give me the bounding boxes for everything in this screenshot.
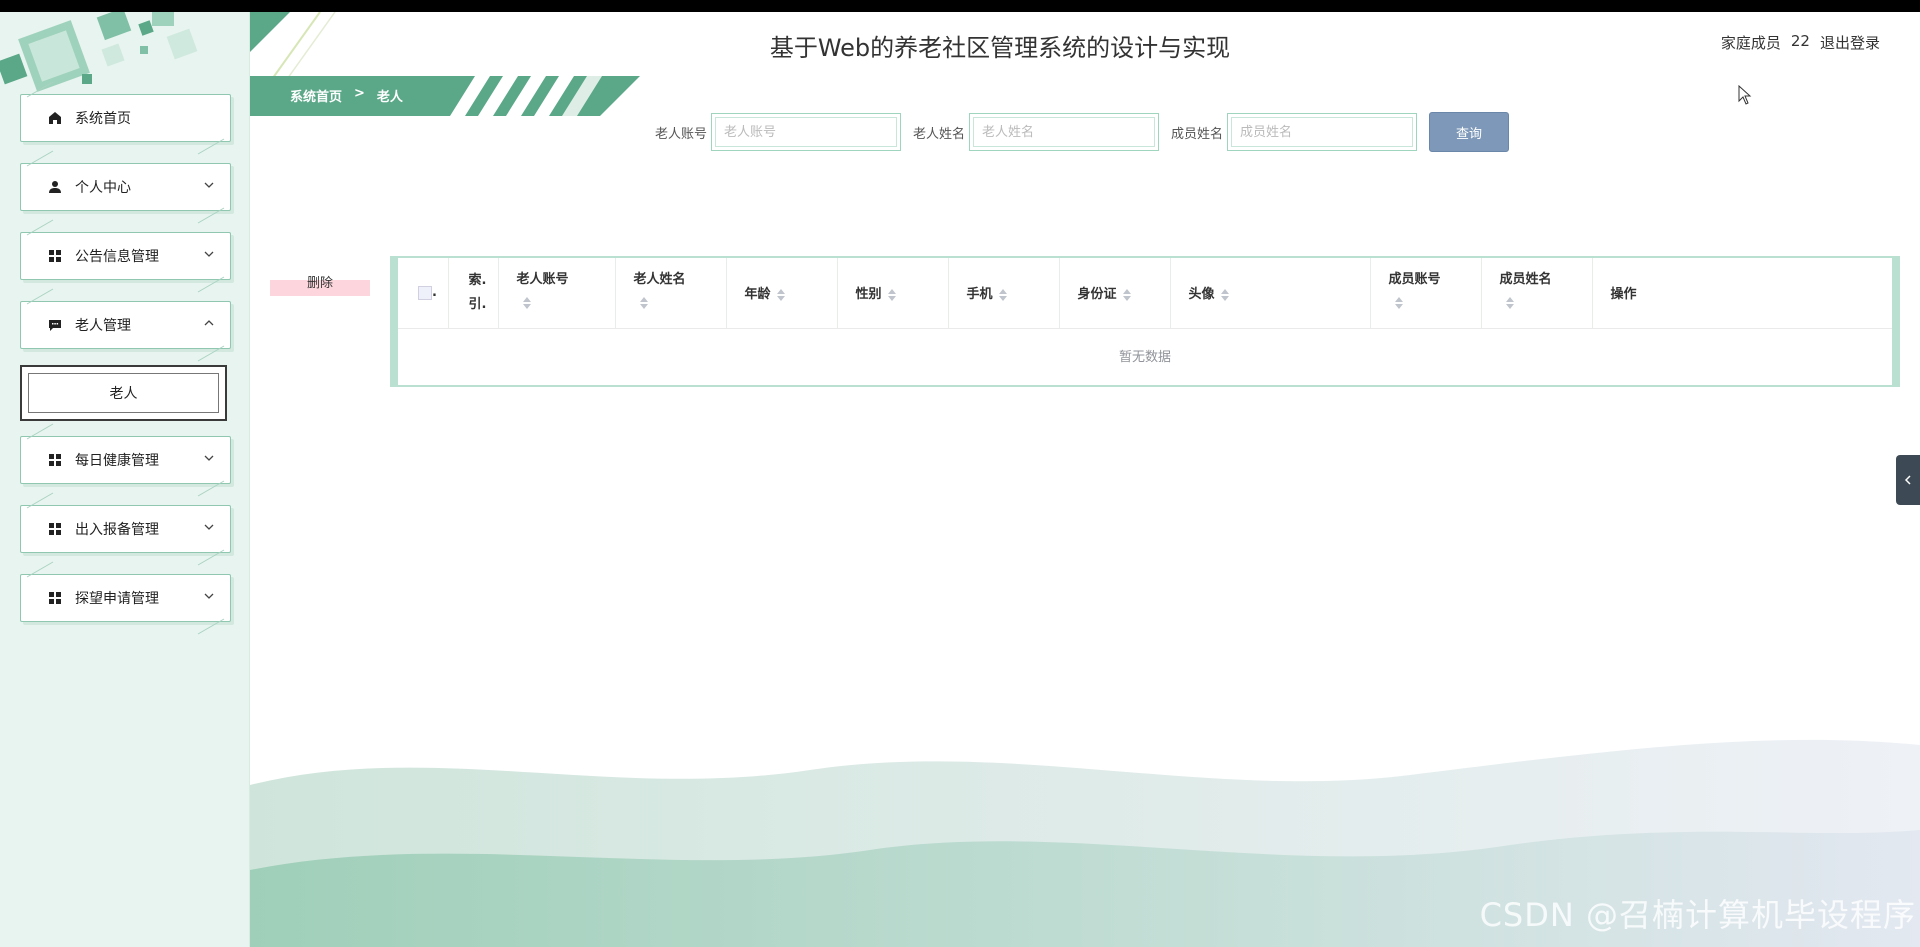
column-header-age[interactable]: 年龄 xyxy=(726,258,838,328)
sidebar-item-daily-health[interactable]: 每日健康管理 xyxy=(20,436,231,484)
column-header-phone[interactable]: 手机 xyxy=(948,258,1060,328)
header-decoration xyxy=(250,12,336,82)
chevron-down-icon xyxy=(204,251,214,257)
sidebar-item-label: 老人管理 xyxy=(75,318,131,334)
column-header-avatar[interactable]: 头像 xyxy=(1170,258,1371,328)
grid-icon xyxy=(47,248,63,264)
mouse-cursor-icon xyxy=(1738,85,1752,105)
select-all-checkbox[interactable] xyxy=(418,285,432,300)
sort-icon[interactable] xyxy=(998,288,1007,301)
sort-icon[interactable] xyxy=(1505,297,1514,309)
chevron-down-icon xyxy=(204,182,214,188)
sidebar-item-entry-exit[interactable]: 出入报备管理 xyxy=(20,505,231,553)
search-form: 老人账号 老人姓名 成员姓名 查询 xyxy=(655,112,1510,152)
index-header-line2: 引. xyxy=(468,296,487,312)
column-header-label: 身份证 xyxy=(1077,287,1117,303)
sidebar-item-visit-request[interactable]: 探望申请管理 xyxy=(20,574,231,622)
search-label-elderly-account: 老人账号 xyxy=(655,126,708,142)
search-field-wrapper xyxy=(969,113,1160,151)
sort-icon[interactable] xyxy=(1220,288,1229,301)
table-header-row: . 索. 引. 老人账号 老人姓名 年龄 性别 手机 身份证 头像 成员账号 成… xyxy=(398,258,1892,328)
window-top-bar xyxy=(0,0,1920,12)
grid-icon xyxy=(47,521,63,537)
chevron-left-icon xyxy=(1904,475,1911,485)
sidebar-item-label: 系统首页 xyxy=(75,111,131,127)
sort-icon[interactable] xyxy=(1394,297,1403,309)
sort-icon[interactable] xyxy=(522,297,531,309)
sidebar-item-label: 公告信息管理 xyxy=(75,249,159,265)
search-label-elderly-name: 老人姓名 xyxy=(913,126,966,142)
breadcrumb: 系统首页 > 老人 xyxy=(290,86,403,105)
sidebar-subitem-elderly[interactable]: 老人 xyxy=(20,365,227,421)
column-header-member-account[interactable]: 成员账号 xyxy=(1370,258,1482,328)
sidebar-item-announcement[interactable]: 公告信息管理 xyxy=(20,232,231,280)
home-icon xyxy=(47,110,63,126)
empty-row: 暂无数据 xyxy=(398,327,1892,383)
breadcrumb-separator: > xyxy=(354,86,365,101)
column-header-elderly-name[interactable]: 老人姓名 xyxy=(615,258,727,328)
column-header-member-name[interactable]: 成员姓名 xyxy=(1481,258,1593,328)
sort-icon[interactable] xyxy=(639,297,648,309)
search-label-member-name: 成员姓名 xyxy=(1171,126,1224,142)
sort-icon[interactable] xyxy=(1122,288,1131,301)
delete-label: 删除 xyxy=(306,275,333,291)
sidebar-item-label: 探望申请管理 xyxy=(75,591,159,607)
index-header-line1: 索. xyxy=(468,272,487,288)
breadcrumb-current: 老人 xyxy=(376,90,403,105)
grid-icon xyxy=(47,452,63,468)
chevron-down-icon xyxy=(204,524,214,530)
chat-icon xyxy=(47,317,63,333)
watermark: CSDN @召楠计算机毕设程序 xyxy=(1479,896,1916,934)
member-name-input[interactable] xyxy=(1231,117,1414,147)
chevron-down-icon xyxy=(204,593,214,599)
query-button[interactable]: 查询 xyxy=(1429,112,1510,152)
column-header-label: 性别 xyxy=(855,287,882,303)
sidebar-item-elderly-management[interactable]: 老人管理 xyxy=(20,301,231,349)
column-header-elderly-account[interactable]: 老人账号 xyxy=(498,258,616,328)
column-header-id-card[interactable]: 身份证 xyxy=(1059,258,1171,328)
column-header-label: 头像 xyxy=(1188,287,1215,303)
breadcrumb-home[interactable]: 系统首页 xyxy=(290,86,342,105)
person-icon xyxy=(47,179,63,195)
sidebar-item-personal-center[interactable]: 个人中心 xyxy=(20,163,231,211)
sidebar-item-home[interactable]: 系统首页 xyxy=(20,94,231,142)
chevron-up-icon xyxy=(204,320,214,326)
search-field-wrapper xyxy=(1227,113,1418,151)
empty-text: 暂无数据 xyxy=(398,327,1892,383)
sidebar-decoration xyxy=(0,12,249,102)
search-field-wrapper xyxy=(711,113,902,151)
submenu-label: 老人 xyxy=(109,386,138,402)
sort-icon[interactable] xyxy=(776,288,785,301)
page-title: 基于Web的养老社区管理系统的设计与实现 xyxy=(769,34,1231,62)
column-header-label: 操作 xyxy=(1610,287,1637,303)
logout-link[interactable]: 退出登录 xyxy=(1820,32,1880,53)
elderly-name-input[interactable] xyxy=(973,117,1156,147)
grid-icon xyxy=(47,590,63,606)
elderly-account-input[interactable] xyxy=(715,117,898,147)
user-area: 家庭成员 22 退出登录 xyxy=(1721,32,1880,53)
delete-button[interactable]: 删除 xyxy=(270,264,370,296)
sidebar-item-label: 个人中心 xyxy=(75,180,131,196)
data-table: . 索. 引. 老人账号 老人姓名 年龄 性别 手机 身份证 头像 成员账号 成… xyxy=(390,256,1900,387)
column-header-label: 成员姓名 xyxy=(1499,272,1552,287)
user-name: 22 xyxy=(1790,32,1810,50)
column-header-label: 年龄 xyxy=(744,287,771,303)
sidebar-item-label: 出入报备管理 xyxy=(75,522,159,538)
select-all-cell: . xyxy=(398,258,449,328)
side-panel-toggle[interactable] xyxy=(1896,455,1920,505)
sidebar-item-label: 每日健康管理 xyxy=(75,453,159,469)
column-header-label: 成员账号 xyxy=(1388,272,1441,287)
user-role-label: 家庭成员 xyxy=(1720,34,1781,52)
column-header-actions: 操作 xyxy=(1592,258,1892,328)
column-header-index: 索. 引. xyxy=(448,258,499,328)
column-header-label: 老人姓名 xyxy=(633,272,686,287)
chevron-down-icon xyxy=(204,455,214,461)
column-header-label: 手机 xyxy=(966,287,993,303)
column-header-gender[interactable]: 性别 xyxy=(837,258,949,328)
sort-icon[interactable] xyxy=(887,288,896,301)
column-header-label: 老人账号 xyxy=(516,272,569,287)
sidebar: 系统首页 个人中心 公告信息管理 老人管理 老人 每日健康管理 出入报备管理 探… xyxy=(0,12,250,947)
